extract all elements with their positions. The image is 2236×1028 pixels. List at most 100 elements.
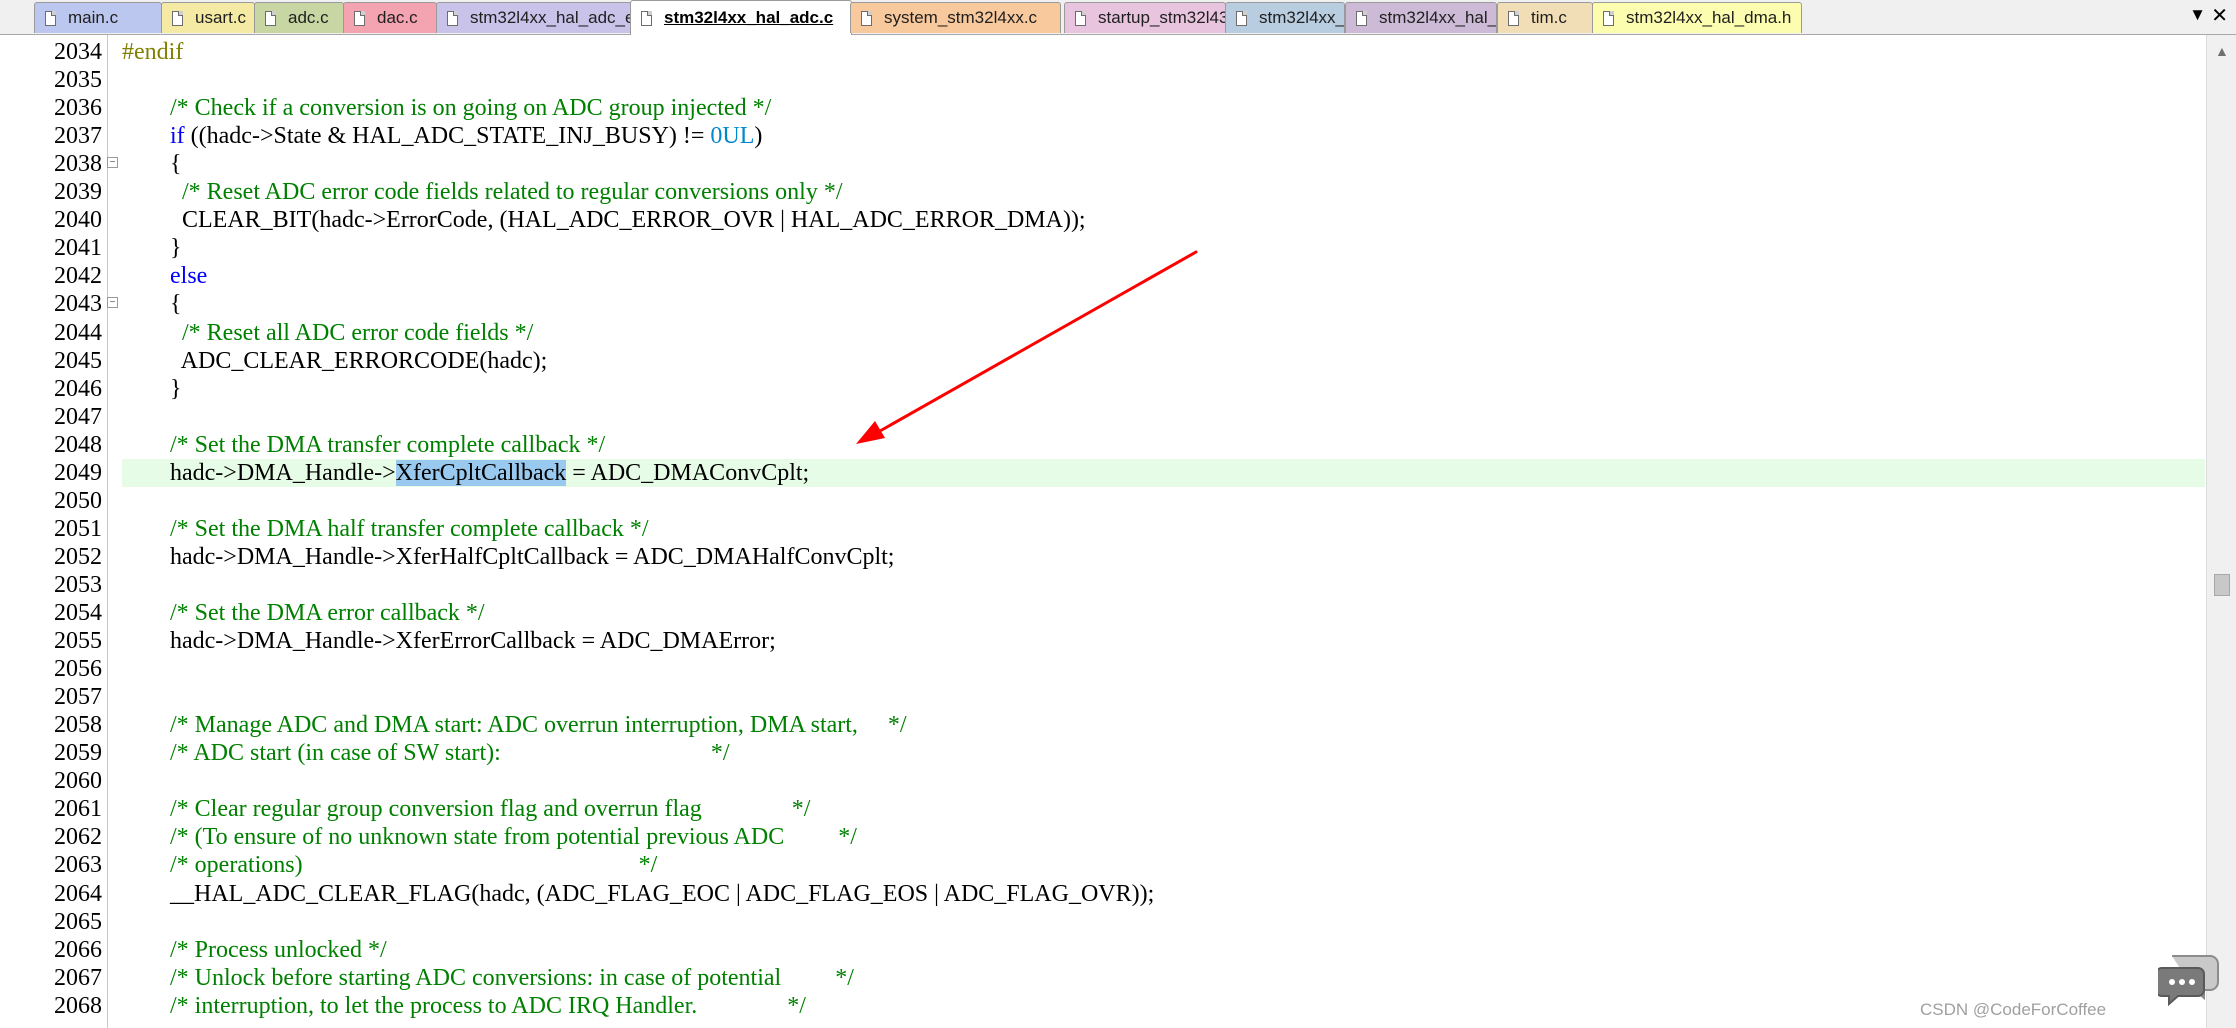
tab-tim-c[interactable]: tim.c [1497,2,1593,33]
code-text[interactable]: /* Check if a conversion is on going on … [122,94,2205,122]
fold-toggle-icon[interactable]: − [107,297,118,308]
code-text[interactable]: /* Reset all ADC error code fields */ [122,319,2205,347]
current-code-line[interactable]: 2049 hadc->DMA_Handle->XferCpltCallback … [0,459,2205,487]
scroll-up-arrow-icon[interactable]: ▲ [2215,43,2229,59]
tab-label: stm32l4xx_hal_dma.c [1379,8,1497,27]
code-line[interactable]: 2068 /* interruption, to let the process… [0,992,2205,1020]
code-text[interactable] [122,403,2205,431]
tab-list-dropdown-icon[interactable]: ▼ [2189,5,2206,25]
code-token: /* interruption, to let the process to A… [170,993,806,1019]
tab-startup-stm32l432xx-s[interactable]: startup_stm32l432xx.s [1064,2,1226,33]
code-text[interactable]: /* Process unlocked */ [122,936,2205,964]
code-line[interactable]: 2041 } [0,234,2205,262]
code-text[interactable]: /* Reset ADC error code fields related t… [122,178,2205,206]
tab-stm32l4xx-it-c[interactable]: stm32l4xx_it.c [1225,2,1345,33]
code-text[interactable] [122,655,2205,683]
code-line[interactable]: 2051 /* Set the DMA half transfer comple… [0,515,2205,543]
vertical-scrollbar[interactable]: ▲ [2206,35,2236,1028]
code-text[interactable]: if ((hadc->State & HAL_ADC_STATE_INJ_BUS… [122,122,2205,150]
code-text[interactable]: /* interruption, to let the process to A… [122,992,2205,1020]
code-line[interactable]: 2054 /* Set the DMA error callback */ [0,599,2205,627]
code-text[interactable]: __HAL_ADC_CLEAR_FLAG(hadc, (ADC_FLAG_EOC… [122,880,2205,908]
tab-stm32l4xx-hal-adc-c[interactable]: stm32l4xx_hal_adc.c [630,0,852,35]
code-text[interactable]: /* Unlock before starting ADC conversion… [122,964,2205,992]
code-line[interactable]: 2052 hadc->DMA_Handle->XferHalfCpltCallb… [0,543,2205,571]
code-line[interactable]: 2067 /* Unlock before starting ADC conve… [0,964,2205,992]
code-token: /* Reset ADC error code fields related t… [182,179,843,205]
code-line[interactable]: 2043− { [0,290,2205,318]
tab-usart-c[interactable]: usart.c [161,2,255,33]
code-text[interactable]: hadc->DMA_Handle->XferCpltCallback = ADC… [122,459,2205,487]
code-line[interactable]: 2035 [0,66,2205,94]
tab-stm32l4xx-hal-dma-c[interactable]: stm32l4xx_hal_dma.c [1345,2,1497,33]
close-tab-icon[interactable]: ✕ [2211,3,2228,28]
code-line[interactable]: 2059 /* ADC start (in case of SW start):… [0,739,2205,767]
code-text[interactable]: { [122,150,2205,178]
code-line[interactable]: 2048 /* Set the DMA transfer complete ca… [0,431,2205,459]
code-text[interactable]: { [122,290,2205,318]
code-line[interactable]: 2066 /* Process unlocked */ [0,936,2205,964]
fold-toggle-icon[interactable]: − [107,157,118,168]
code-line[interactable]: 2050 [0,487,2205,515]
code-text[interactable]: #endif [122,38,2205,66]
code-line[interactable]: 2034 #endif [0,38,2205,66]
code-text[interactable]: /* ADC start (in case of SW start): */ [122,739,2205,767]
code-text[interactable]: } [122,234,2205,262]
code-text[interactable]: } [122,375,2205,403]
code-line[interactable]: 2045 ADC_CLEAR_ERRORCODE(hadc); [0,347,2205,375]
code-text[interactable]: /* Manage ADC and DMA start: ADC overrun… [122,711,2205,739]
code-text[interactable] [122,767,2205,795]
code-text[interactable]: /* Set the DMA transfer complete callbac… [122,431,2205,459]
code-text[interactable] [122,487,2205,515]
code-line[interactable]: 2060 [0,767,2205,795]
code-text[interactable]: /* Clear regular group conversion flag a… [122,795,2205,823]
scrollbar-thumb[interactable] [2214,574,2230,596]
code-text[interactable]: hadc->DMA_Handle->XferHalfCpltCallback =… [122,543,2205,571]
code-text[interactable]: ADC_CLEAR_ERRORCODE(hadc); [122,347,2205,375]
code-text[interactable]: /* (To ensure of no unknown state from p… [122,823,2205,851]
tab-label: system_stm32l4xx.c [884,8,1038,27]
code-line[interactable]: 2047 [0,403,2205,431]
code-line[interactable]: 2036 /* Check if a conversion is on goin… [0,94,2205,122]
file-icon [861,10,872,26]
line-number: 2057 [54,684,102,710]
code-text[interactable]: hadc->DMA_Handle->XferErrorCallback = AD… [122,627,2205,655]
code-line[interactable]: 2062 /* (To ensure of no unknown state f… [0,823,2205,851]
code-line[interactable]: 2057 [0,683,2205,711]
code-line[interactable]: 2061 /* Clear regular group conversion f… [0,795,2205,823]
code-line[interactable]: 2037 if ((hadc->State & HAL_ADC_STATE_IN… [0,122,2205,150]
code-line[interactable]: 2044 /* Reset all ADC error code fields … [0,319,2205,347]
code-editor[interactable]: 2034 #endif 2035 2036 /* Check if a convers… [0,38,2205,1028]
code-line[interactable]: 2040 CLEAR_BIT(hadc->ErrorCode, (HAL_ADC… [0,206,2205,234]
code-line[interactable]: 2064 __HAL_ADC_CLEAR_FLAG(hadc, (ADC_FLA… [0,880,2205,908]
code-text[interactable]: /* Set the DMA error callback */ [122,599,2205,627]
code-text[interactable]: CLEAR_BIT(hadc->ErrorCode, (HAL_ADC_ERRO… [122,206,2205,234]
code-line[interactable]: 2056 [0,655,2205,683]
code-text[interactable]: /* operations) */ [122,851,2205,879]
code-text[interactable]: else [122,262,2205,290]
code-line[interactable]: 2039 /* Reset ADC error code fields rela… [0,178,2205,206]
code-line[interactable]: 2038− { [0,150,2205,178]
tab-system-stm32l4xx-c[interactable]: system_stm32l4xx.c [850,2,1061,33]
tab-dac-c[interactable]: dac.c [343,2,437,33]
code-line[interactable]: 2053 [0,571,2205,599]
code-token: ) [754,123,763,149]
tab-adc-c[interactable]: adc.c [254,2,344,33]
code-text[interactable]: /* Set the DMA half transfer complete ca… [122,515,2205,543]
code-line[interactable]: 2063 /* operations) */ [0,851,2205,879]
code-token: /* ADC start (in case of SW start): */ [170,740,730,766]
tab-stm32l4xx-hal-adc-ex-c[interactable]: stm32l4xx_hal_adc_ex.c [436,2,632,33]
tab-main-c[interactable]: main.c [34,2,162,33]
code-line[interactable]: 2058 /* Manage ADC and DMA start: ADC ov… [0,711,2205,739]
code-line[interactable]: 2046 } [0,375,2205,403]
code-line[interactable]: 2065 [0,908,2205,936]
tab-stm32l4xx-hal-dma-h[interactable]: stm32l4xx_hal_dma.h [1592,2,1802,33]
code-text[interactable] [122,66,2205,94]
code-line[interactable]: 2055 hadc->DMA_Handle->XferErrorCallback… [0,627,2205,655]
code-token: /* Clear regular group conversion flag a… [170,796,811,822]
code-text[interactable] [122,683,2205,711]
code-line[interactable]: 2042 else [0,262,2205,290]
code-text[interactable] [122,908,2205,936]
code-text[interactable] [122,571,2205,599]
